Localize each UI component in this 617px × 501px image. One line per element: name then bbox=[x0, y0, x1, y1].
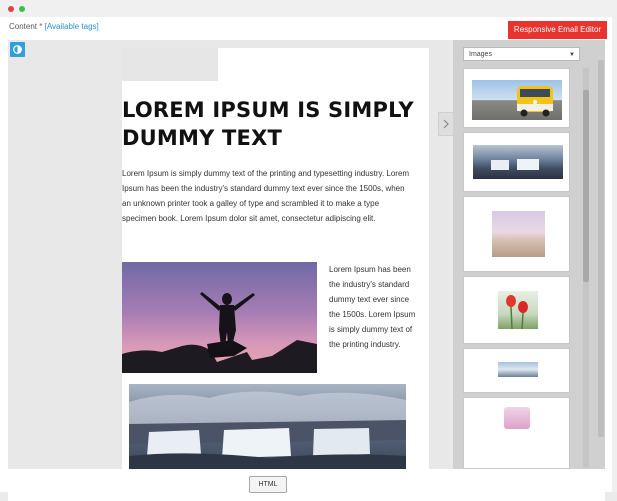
email-paragraph[interactable]: Lorem Ipsum is simply dummy text of the … bbox=[122, 166, 412, 226]
email-canvas[interactable]: LOREM IPSUM IS SIMPLY DUMMY TEXT Lorem I… bbox=[122, 48, 429, 469]
waterfall-graphic bbox=[129, 391, 406, 469]
thumbnail-van[interactable] bbox=[463, 68, 570, 128]
editor-workspace: LOREM IPSUM IS SIMPLY DUMMY TEXT Lorem I… bbox=[8, 40, 605, 469]
thumbnail-waterfall[interactable] bbox=[463, 132, 570, 192]
contrast-toggle-button[interactable] bbox=[10, 42, 25, 57]
dropdown-value: Images bbox=[469, 51, 492, 58]
html-button[interactable]: HTML bbox=[249, 476, 287, 493]
thumbnail-panorama[interactable] bbox=[463, 348, 570, 393]
van-image bbox=[472, 80, 562, 120]
chevron-down-icon: ▼ bbox=[569, 52, 575, 58]
side-text-block[interactable]: Lorem Ipsum has been the industry's stan… bbox=[329, 262, 417, 352]
editor-footer: HTML bbox=[8, 469, 605, 501]
page-scrollbar[interactable] bbox=[598, 60, 604, 437]
logo-placeholder[interactable] bbox=[122, 48, 218, 81]
beach-image bbox=[492, 211, 545, 257]
email-title[interactable]: LOREM IPSUM IS SIMPLY DUMMY TEXT bbox=[122, 96, 422, 152]
content-label: Content * [Available tags] bbox=[9, 22, 99, 31]
available-tags-link[interactable]: [Available tags] bbox=[45, 22, 99, 31]
chevron-right-icon bbox=[443, 119, 449, 129]
editor-header: Content * [Available tags] Responsive Em… bbox=[0, 17, 612, 39]
image-category-dropdown[interactable]: Images ▼ bbox=[463, 47, 580, 61]
window-maximize-dot[interactable] bbox=[19, 6, 25, 12]
tulips-image bbox=[498, 291, 538, 329]
app-window: Content * [Available tags] Responsive Em… bbox=[0, 0, 617, 501]
pink-item-image bbox=[504, 407, 530, 429]
sunset-silhouette-graphic bbox=[122, 292, 317, 373]
sunset-person-image[interactable] bbox=[122, 262, 317, 373]
thumbnail-beach[interactable] bbox=[463, 196, 570, 272]
waterfall-image[interactable] bbox=[129, 384, 406, 469]
window-close-dot[interactable] bbox=[8, 6, 14, 12]
thumbnail-tulips[interactable] bbox=[463, 276, 570, 344]
sidebar-scrollbar[interactable] bbox=[583, 68, 589, 467]
contrast-icon bbox=[13, 45, 22, 54]
waterfall-thumb-image bbox=[473, 145, 563, 179]
required-mark: * bbox=[39, 22, 43, 31]
image-sidebar: Images ▼ bbox=[453, 40, 605, 469]
waterfall-thumb-graphic bbox=[491, 159, 539, 170]
collapse-sidebar-button[interactable] bbox=[438, 112, 454, 136]
tulips-graphic bbox=[506, 295, 528, 329]
sidebar-scrollbar-thumb[interactable] bbox=[583, 90, 589, 282]
panorama-image bbox=[498, 362, 538, 377]
responsive-email-editor-button[interactable]: Responsive Email Editor bbox=[508, 21, 607, 39]
editor-panel: Content * [Available tags] Responsive Em… bbox=[0, 17, 612, 501]
van-graphic bbox=[517, 86, 553, 117]
thumbnail-pink-item[interactable] bbox=[463, 397, 570, 469]
